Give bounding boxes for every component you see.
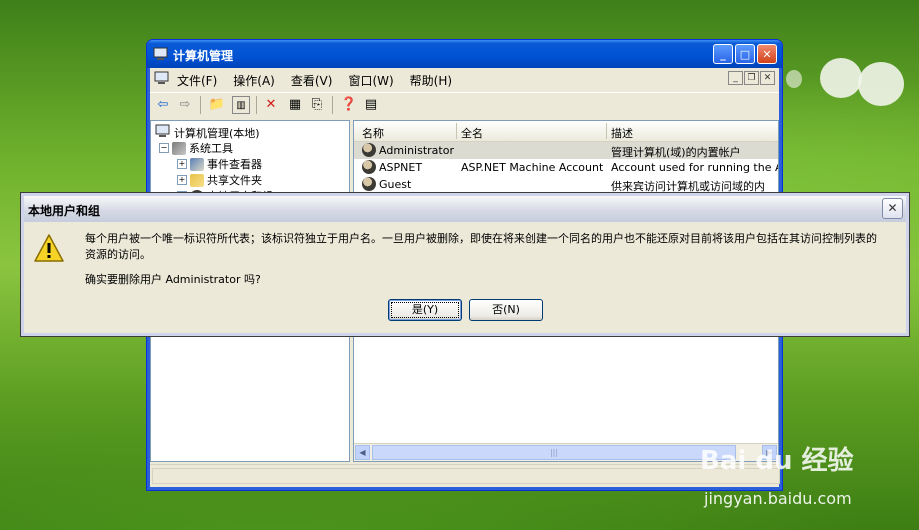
menu-action[interactable]: 操作(A) — [233, 72, 275, 89]
back-icon[interactable]: ⇦ — [154, 96, 172, 114]
collapse-icon[interactable]: − — [159, 143, 169, 153]
minimize-button[interactable]: _ — [713, 44, 733, 64]
background-tree — [820, 58, 862, 98]
column-divider[interactable] — [606, 123, 607, 139]
export-icon[interactable]: ⎘ — [308, 96, 326, 114]
table-row[interactable]: Guest 供来宾访问计算机或访问域的内 — [354, 176, 778, 193]
tree-item-system-tools[interactable]: − 系统工具 — [159, 140, 233, 156]
dialog-question: 确实要删除用户 Administrator 吗? — [85, 273, 261, 286]
scrollbar-thumb[interactable]: ||| — [372, 445, 736, 460]
dialog-titlebar[interactable]: 本地用户和组 ✕ — [24, 196, 906, 222]
background-tree — [858, 62, 904, 106]
user-icon — [362, 177, 376, 191]
close-button[interactable]: ✕ — [757, 44, 777, 64]
expand-icon[interactable]: + — [177, 175, 187, 185]
child-close-button[interactable]: ✕ — [760, 71, 775, 85]
user-fullname: ASP.NET Machine Account — [461, 161, 604, 174]
dialog-title: 本地用户和组 — [28, 204, 101, 218]
toolbar: ⇦ ⇨ 📁 ▥ ✕ ▦ ⎘ ❓ ▤ — [150, 92, 779, 117]
delete-user-dialog: 本地用户和组 ✕ 每个用户被一个唯一标识符所代表；该标识符独立于用户名。一旦用户… — [20, 192, 910, 337]
user-name: Administrator — [379, 143, 454, 157]
tree-item-label: 共享文件夹 — [207, 174, 262, 187]
tree-item-label: 事件查看器 — [207, 158, 262, 171]
user-name: ASPNET — [379, 160, 423, 174]
tools-icon — [172, 141, 186, 155]
no-button[interactable]: 否(N) — [469, 299, 543, 321]
status-panel — [152, 468, 780, 484]
user-description: Account used for running the ASP.I — [611, 161, 778, 174]
user-description: 管理计算机(域)的内置帐户 — [611, 146, 741, 159]
console-icon[interactable]: ▤ — [362, 96, 380, 114]
menubar: 文件(F) 操作(A) 查看(V) 窗口(W) 帮助(H) _ ❐ ✕ — [150, 68, 779, 90]
forward-icon[interactable]: ⇨ — [176, 96, 194, 114]
user-name: Guest — [379, 177, 412, 191]
user-icon — [362, 160, 376, 174]
dialog-message: 每个用户被一个唯一标识符所代表；该标识符独立于用户名。一旦用户被删除，即使在将来… — [85, 232, 877, 261]
toolbar-separator — [332, 96, 333, 114]
toolbar-separator — [256, 96, 257, 114]
help-icon[interactable]: ❓ — [340, 96, 358, 114]
properties-icon[interactable]: ▦ — [286, 96, 304, 114]
computer-icon — [153, 47, 169, 64]
folder-icon — [190, 173, 204, 187]
yes-button[interactable]: 是(Y) — [388, 299, 462, 321]
column-divider[interactable] — [456, 123, 457, 139]
table-row[interactable]: Administrator 管理计算机(域)的内置帐户 — [354, 142, 778, 159]
menu-help[interactable]: 帮助(H) — [410, 72, 452, 89]
up-folder-icon[interactable]: 📁 — [208, 96, 226, 114]
tree-item-event-viewer[interactable]: + 事件查看器 — [177, 156, 262, 172]
maximize-button[interactable]: □ — [735, 44, 755, 64]
delete-icon[interactable]: ✕ — [262, 96, 280, 114]
tree-item-label: 系统工具 — [189, 142, 233, 155]
toolbar-separator — [200, 96, 201, 114]
dialog-close-button[interactable]: ✕ — [882, 198, 903, 219]
scroll-left-icon[interactable]: ◀ — [355, 445, 370, 460]
status-bar — [150, 464, 780, 487]
baidu-watermark-url: jingyan.baidu.com — [704, 489, 852, 508]
expand-icon[interactable]: + — [177, 159, 187, 169]
table-row[interactable]: ASPNET ASP.NET Machine Account Account u… — [354, 159, 778, 176]
background-tree — [786, 70, 802, 88]
tree-item-label: 计算机管理(本地) — [174, 126, 260, 140]
menu-view[interactable]: 查看(V) — [291, 72, 333, 89]
computer-icon — [155, 124, 171, 141]
menu-file[interactable]: 文件(F) — [177, 72, 217, 89]
child-restore-button[interactable]: ❐ — [744, 71, 759, 85]
show-tree-icon[interactable]: ▥ — [232, 96, 250, 114]
window-title: 计算机管理 — [173, 49, 234, 63]
event-viewer-icon — [190, 157, 204, 171]
column-header-name[interactable]: 名称 — [362, 125, 384, 141]
column-header-fullname[interactable]: 全名 — [461, 125, 483, 141]
column-header-description[interactable]: 描述 — [611, 125, 633, 141]
tree-item-shared-folders[interactable]: + 共享文件夹 — [177, 172, 262, 188]
menu-window[interactable]: 窗口(W) — [348, 72, 393, 89]
window-titlebar[interactable]: 计算机管理 _ □ ✕ — [147, 40, 782, 68]
warning-icon — [33, 233, 65, 266]
list-header: 名称 全名 描述 — [354, 121, 778, 142]
tree-item-root[interactable]: 计算机管理(本地) — [155, 124, 260, 141]
computer-icon — [154, 71, 170, 88]
child-minimize-button[interactable]: _ — [728, 71, 743, 85]
baidu-watermark-logo: Bai du 经验 — [700, 446, 854, 476]
user-icon — [362, 143, 376, 157]
